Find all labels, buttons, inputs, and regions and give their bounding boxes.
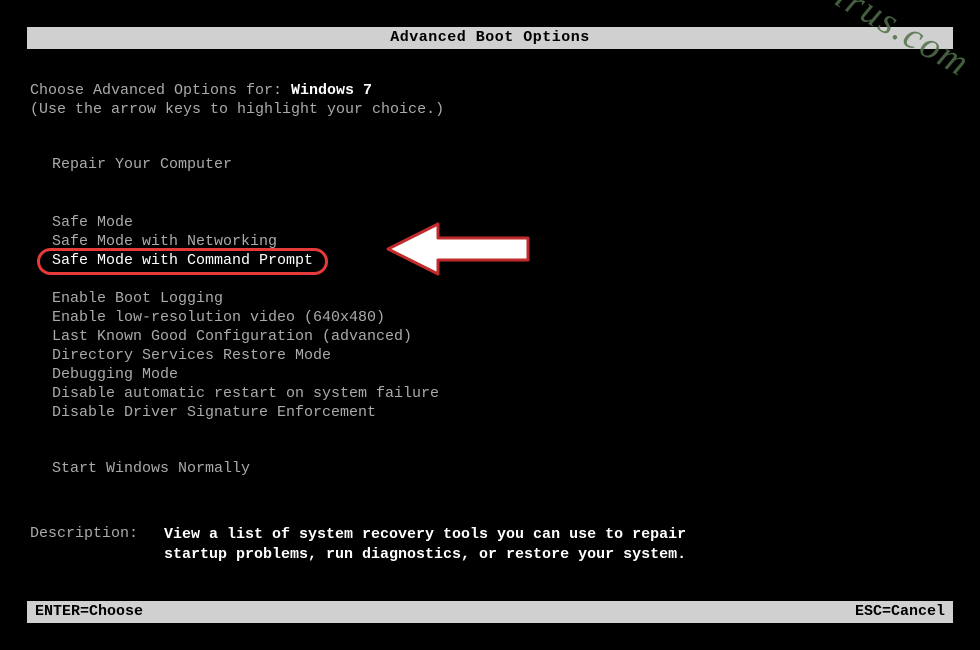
menu-ds-restore[interactable]: Directory Services Restore Mode <box>52 347 331 364</box>
footer-enter: ENTER=Choose <box>35 603 143 620</box>
footer-bar: ENTER=Choose ESC=Cancel <box>27 601 953 623</box>
menu-start-normally[interactable]: Start Windows Normally <box>52 460 250 477</box>
instruction-text: (Use the arrow keys to highlight your ch… <box>30 101 444 118</box>
menu-disable-driver-sig[interactable]: Disable Driver Signature Enforcement <box>52 404 376 421</box>
description-label: Description: <box>30 525 138 542</box>
menu-safe-mode[interactable]: Safe Mode <box>52 214 133 231</box>
menu-last-known-good[interactable]: Last Known Good Configuration (advanced) <box>52 328 412 345</box>
prompt-prefix: Choose Advanced Options for: <box>30 82 291 99</box>
menu-boot-logging[interactable]: Enable Boot Logging <box>52 290 223 307</box>
menu-safe-mode-cmd-container[interactable]: Safe Mode with Command Prompt <box>52 248 328 275</box>
window-title: Advanced Boot Options <box>390 29 590 46</box>
menu-repair-computer[interactable]: Repair Your Computer <box>52 156 232 173</box>
title-bar: Advanced Boot Options <box>27 27 953 49</box>
pointer-arrow-icon <box>378 214 538 284</box>
menu-debugging[interactable]: Debugging Mode <box>52 366 178 383</box>
menu-disable-auto-restart[interactable]: Disable automatic restart on system fail… <box>52 385 439 402</box>
menu-safe-mode-cmd[interactable]: Safe Mode with Command Prompt <box>37 248 328 275</box>
os-name: Windows 7 <box>291 82 372 99</box>
menu-low-res-video[interactable]: Enable low-resolution video (640x480) <box>52 309 385 326</box>
footer-esc: ESC=Cancel <box>855 603 945 620</box>
description-text: View a list of system recovery tools you… <box>164 525 724 564</box>
choose-prompt: Choose Advanced Options for: Windows 7 <box>30 82 372 99</box>
